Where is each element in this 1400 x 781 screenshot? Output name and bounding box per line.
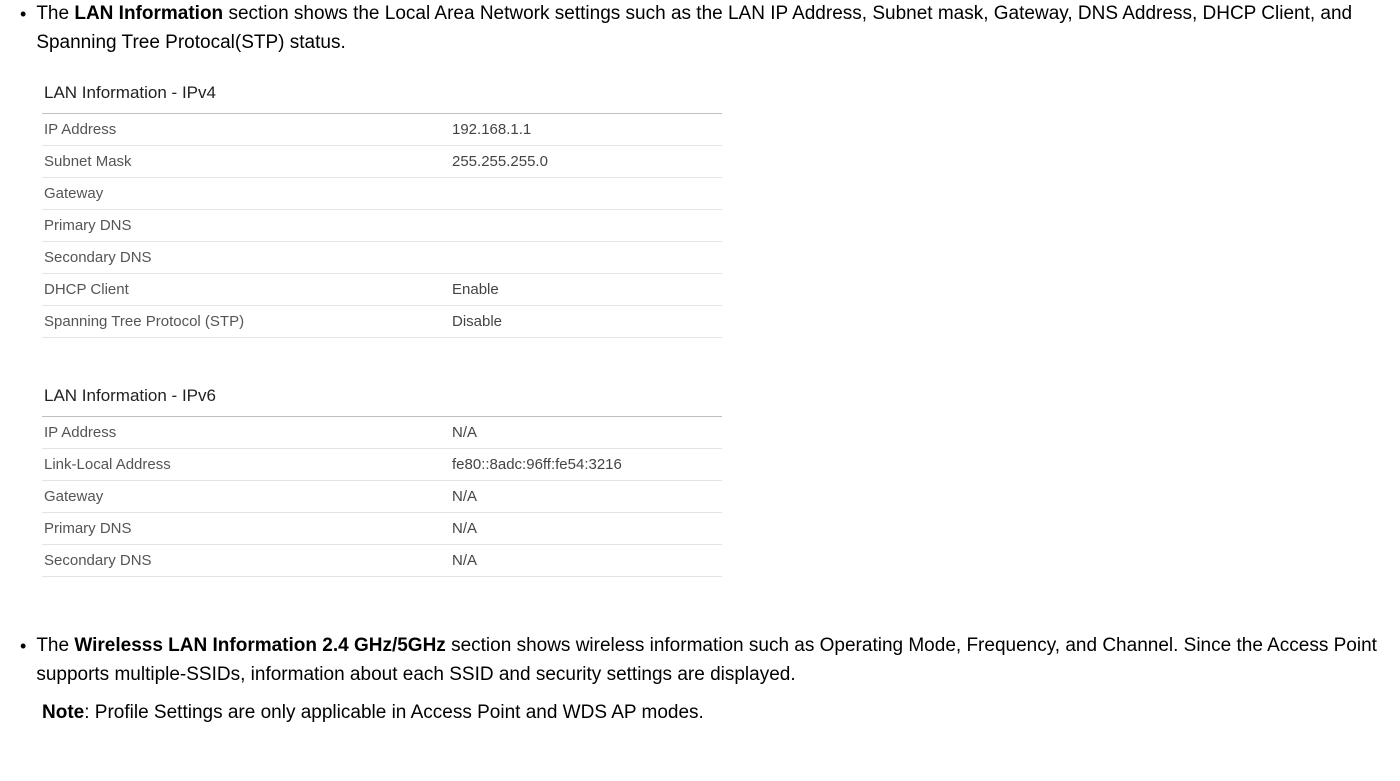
bullet-lan-info: • The LAN Information section shows the … xyxy=(20,0,1380,57)
row-label: Secondary DNS xyxy=(42,242,450,274)
table-row: IP AddressN/A xyxy=(42,417,722,449)
row-value: N/A xyxy=(450,513,722,545)
row-value: Disable xyxy=(450,306,722,338)
row-label: IP Address xyxy=(42,417,450,449)
row-label: Primary DNS xyxy=(42,513,450,545)
row-value: Enable xyxy=(450,274,722,306)
text-suffix: section shows the Local Area Network set… xyxy=(36,3,1352,53)
ipv4-section-title: LAN Information - IPv4 xyxy=(42,75,722,114)
row-label: Gateway xyxy=(42,178,450,210)
row-value xyxy=(450,178,722,210)
table-row: Secondary DNSN/A xyxy=(42,545,722,577)
row-value: N/A xyxy=(450,417,722,449)
row-value: N/A xyxy=(450,545,722,577)
note-bold: Note xyxy=(42,702,84,723)
table-row: Gateway xyxy=(42,178,722,210)
row-label: Link-Local Address xyxy=(42,449,450,481)
table-row: Spanning Tree Protocol (STP)Disable xyxy=(42,306,722,338)
row-label: IP Address xyxy=(42,114,450,146)
row-label: Primary DNS xyxy=(42,210,450,242)
row-value: N/A xyxy=(450,481,722,513)
ipv6-section-title: LAN Information - IPv6 xyxy=(42,378,722,417)
bullet-dot-icon: • xyxy=(20,634,26,659)
text-prefix: The xyxy=(36,635,74,656)
table-row: Primary DNSN/A xyxy=(42,513,722,545)
text-bold: Wirelesss LAN Information 2.4 GHz/5GHz xyxy=(74,635,445,656)
text-bold: LAN Information xyxy=(74,3,223,24)
row-value: 192.168.1.1 xyxy=(450,114,722,146)
bullet-text: The Wirelesss LAN Information 2.4 GHz/5G… xyxy=(36,632,1380,689)
row-label: DHCP Client xyxy=(42,274,450,306)
table-row: GatewayN/A xyxy=(42,481,722,513)
row-value xyxy=(450,210,722,242)
bullet-wireless-info: • The Wirelesss LAN Information 2.4 GHz/… xyxy=(20,632,1380,689)
table-row: Subnet Mask255.255.255.0 xyxy=(42,146,722,178)
note-suffix: : Profile Settings are only applicable i… xyxy=(84,702,704,723)
row-label: Gateway xyxy=(42,481,450,513)
ipv4-table: IP Address192.168.1.1 Subnet Mask255.255… xyxy=(42,114,722,338)
bullet-dot-icon: • xyxy=(20,2,26,27)
row-label: Subnet Mask xyxy=(42,146,450,178)
table-row: Link-Local Addressfe80::8adc:96ff:fe54:3… xyxy=(42,449,722,481)
table-row: DHCP ClientEnable xyxy=(42,274,722,306)
bullet-text: The LAN Information section shows the Lo… xyxy=(36,0,1380,57)
table-row: Secondary DNS xyxy=(42,242,722,274)
note-line: Note: Profile Settings are only applicab… xyxy=(42,699,1380,728)
row-value: 255.255.255.0 xyxy=(450,146,722,178)
text-prefix: The xyxy=(36,3,74,24)
table-row: IP Address192.168.1.1 xyxy=(42,114,722,146)
row-label: Spanning Tree Protocol (STP) xyxy=(42,306,450,338)
table-row: Primary DNS xyxy=(42,210,722,242)
row-label: Secondary DNS xyxy=(42,545,450,577)
row-value: fe80::8adc:96ff:fe54:3216 xyxy=(450,449,722,481)
ipv6-table: IP AddressN/A Link-Local Addressfe80::8a… xyxy=(42,417,722,577)
row-value xyxy=(450,242,722,274)
lan-info-screenshot: LAN Information - IPv4 IP Address192.168… xyxy=(42,75,722,577)
